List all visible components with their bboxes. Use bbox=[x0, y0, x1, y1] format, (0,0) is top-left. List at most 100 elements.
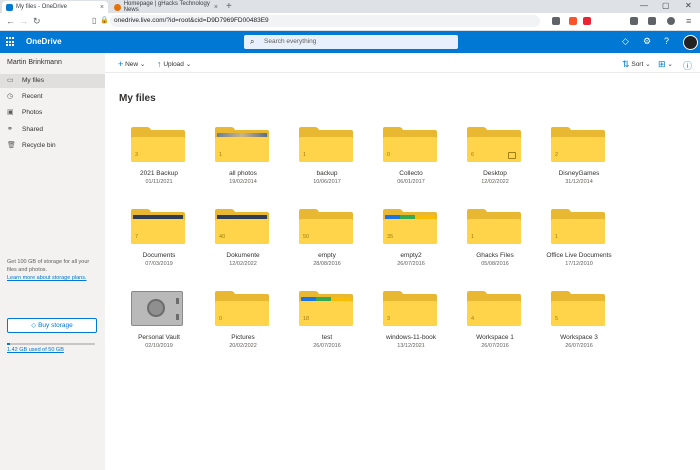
folder-icon: 1 bbox=[215, 127, 269, 162]
storage-quota-fill bbox=[7, 343, 10, 345]
folder-front bbox=[467, 219, 521, 244]
item-name[interactable]: Workspace 1 bbox=[453, 334, 537, 341]
folder-icon: 2 bbox=[551, 127, 605, 162]
item-name[interactable]: Collecto bbox=[369, 170, 453, 177]
settings-gear-icon[interactable]: ⚙ bbox=[643, 36, 651, 47]
profile-icon[interactable] bbox=[667, 17, 675, 25]
file-tile[interactable]: 50 empty 28/08/2016 bbox=[285, 209, 369, 289]
item-name[interactable]: 2021 Backup bbox=[117, 170, 201, 177]
sort-label: Sort bbox=[631, 61, 644, 68]
item-count: 5 bbox=[555, 316, 559, 322]
file-tile[interactable]: 18 test 26/07/2016 bbox=[285, 291, 369, 371]
share-page-icon[interactable] bbox=[552, 17, 560, 25]
item-date: 12/02/2022 bbox=[481, 179, 509, 185]
file-tile[interactable]: 1 backup 10/06/2017 bbox=[285, 127, 369, 207]
close-window-icon[interactable]: ✕ bbox=[685, 1, 692, 10]
file-tile[interactable]: 5 Workspace 3 26/07/2016 bbox=[537, 291, 621, 371]
item-name[interactable]: test bbox=[285, 334, 369, 341]
sidebar-item-my-files[interactable]: ▭ My files bbox=[0, 74, 105, 88]
close-tab-icon[interactable]: × bbox=[214, 4, 218, 11]
file-tile[interactable]: 3 2021 Backup 01/11/2021 bbox=[117, 127, 201, 207]
storage-plans-link[interactable]: Learn more about storage plans. bbox=[7, 275, 87, 281]
file-tile[interactable]: 6 Desktop 12/02/2022 bbox=[453, 127, 537, 207]
file-tile[interactable]: 7 Documents 07/03/2019 bbox=[117, 209, 201, 289]
file-tile[interactable]: Personal Vault 02/10/2019 bbox=[117, 291, 201, 371]
item-name[interactable]: empty2 bbox=[369, 252, 453, 259]
file-tile[interactable]: 2 DisneyGames 31/12/2014 bbox=[537, 127, 621, 207]
reload-icon[interactable]: ↻ bbox=[33, 16, 41, 27]
url-field[interactable]: 🔒 onedrive.live.com/?id=root&cid=D9D7969… bbox=[100, 15, 540, 27]
item-name[interactable]: Pictures bbox=[201, 334, 285, 341]
folder-front bbox=[215, 137, 269, 162]
item-name[interactable]: Desktop bbox=[453, 170, 537, 177]
folder-icon: 50 bbox=[299, 209, 353, 244]
upload-button[interactable]: ↑ Upload ⌄ bbox=[157, 58, 191, 69]
file-tile[interactable]: 35 empty2 26/07/2016 bbox=[369, 209, 453, 289]
close-tab-icon[interactable]: × bbox=[100, 4, 104, 11]
item-date: 31/12/2014 bbox=[565, 179, 593, 185]
file-tile[interactable]: 0 Pictures 20/02/2022 bbox=[201, 291, 285, 371]
item-name[interactable]: all photos bbox=[201, 170, 285, 177]
brave-shield-icon[interactable] bbox=[569, 17, 577, 25]
premium-diamond-icon[interactable]: ◇ bbox=[622, 36, 629, 47]
item-name[interactable]: Personal Vault bbox=[117, 334, 201, 341]
item-name[interactable]: DisneyGames bbox=[537, 170, 621, 177]
info-pane-button[interactable]: ⓘ bbox=[683, 58, 692, 71]
minimize-icon[interactable]: — bbox=[640, 1, 648, 10]
extensions-icon[interactable] bbox=[630, 17, 638, 25]
forward-icon[interactable]: → bbox=[19, 16, 28, 26]
file-tile[interactable]: 1 all photos 19/02/2014 bbox=[201, 127, 285, 207]
storage-quota-text[interactable]: 1.42 GB used of 50 GB bbox=[7, 347, 64, 353]
item-name[interactable]: Documents bbox=[117, 252, 201, 259]
folder-icon: 18 bbox=[299, 291, 353, 326]
app-launcher-icon[interactable] bbox=[6, 37, 16, 47]
search-box[interactable]: ⌕ Search everything bbox=[244, 35, 458, 49]
help-icon[interactable]: ? bbox=[664, 36, 669, 46]
avatar[interactable] bbox=[683, 35, 698, 50]
upload-icon: ↑ bbox=[157, 59, 162, 69]
bookmark-icon[interactable]: ▯ bbox=[92, 16, 96, 25]
new-button[interactable]: + New ⌄ bbox=[118, 58, 145, 69]
folder-front bbox=[299, 219, 353, 244]
back-icon[interactable]: ← bbox=[6, 16, 15, 26]
folder-front bbox=[215, 219, 269, 244]
browser-tab-onedrive[interactable]: My files - OneDrive × bbox=[2, 1, 108, 13]
folder-front bbox=[299, 301, 353, 326]
onedrive-favicon-icon bbox=[6, 3, 13, 11]
menu-icon[interactable]: ≡ bbox=[686, 16, 691, 26]
promo-text: Get 100 GB of storage for all your files… bbox=[7, 259, 90, 273]
item-date: 26/07/2016 bbox=[313, 343, 341, 349]
browser-tab-ghacks[interactable]: Homepage | gHacks Technology News × bbox=[110, 1, 222, 13]
app-brand[interactable]: OneDrive bbox=[26, 37, 62, 46]
sidebar-icon[interactable] bbox=[648, 17, 656, 25]
file-tile[interactable]: 4 Workspace 1 26/07/2016 bbox=[453, 291, 537, 371]
buy-storage-button[interactable]: ◇ Buy storage bbox=[7, 318, 97, 333]
file-tile[interactable]: 1 Ghacks Files 05/08/2016 bbox=[453, 209, 537, 289]
item-date: 10/06/2017 bbox=[313, 179, 341, 185]
folder-icon: 6 bbox=[467, 127, 521, 162]
item-name[interactable]: Dokumente bbox=[201, 252, 285, 259]
sort-button[interactable]: ⇅ Sort ⌄ bbox=[622, 58, 651, 69]
sidebar-item-recycle-bin[interactable]: 🗑 Recycle bin bbox=[0, 139, 105, 153]
sidebar-item-recent[interactable]: ◷ Recent bbox=[0, 90, 105, 104]
file-tile[interactable]: 3 windows-11-book 13/12/2021 bbox=[369, 291, 453, 371]
sidebar-item-photos[interactable]: ▣ Photos bbox=[0, 106, 105, 120]
maximize-icon[interactable]: ▢ bbox=[662, 1, 670, 10]
folder-icon: 5 bbox=[551, 291, 605, 326]
item-count: 3 bbox=[135, 152, 139, 158]
sidebar-item-shared[interactable]: ⚭ Shared bbox=[0, 123, 105, 137]
item-name[interactable]: empty bbox=[285, 252, 369, 259]
item-name[interactable]: Ghacks Files bbox=[453, 252, 537, 259]
item-name[interactable]: windows-11-book bbox=[369, 334, 453, 341]
new-tab-button[interactable]: + bbox=[226, 1, 232, 12]
view-options-button[interactable]: ⊞ ⌄ bbox=[658, 58, 673, 69]
app-header: OneDrive ⌕ Search everything ◇ ⚙ ? bbox=[0, 31, 700, 53]
item-name[interactable]: Office Live Documents bbox=[537, 252, 621, 259]
item-count: 35 bbox=[387, 234, 394, 240]
file-tile[interactable]: 0 Collecto 06/01/2017 bbox=[369, 127, 453, 207]
file-tile[interactable]: 40 Dokumente 12/02/2022 bbox=[201, 209, 285, 289]
item-name[interactable]: backup bbox=[285, 170, 369, 177]
item-name[interactable]: Workspace 3 bbox=[537, 334, 621, 341]
brave-rewards-icon[interactable] bbox=[583, 17, 591, 25]
file-tile[interactable]: 1 Office Live Documents 17/12/2010 bbox=[537, 209, 621, 289]
